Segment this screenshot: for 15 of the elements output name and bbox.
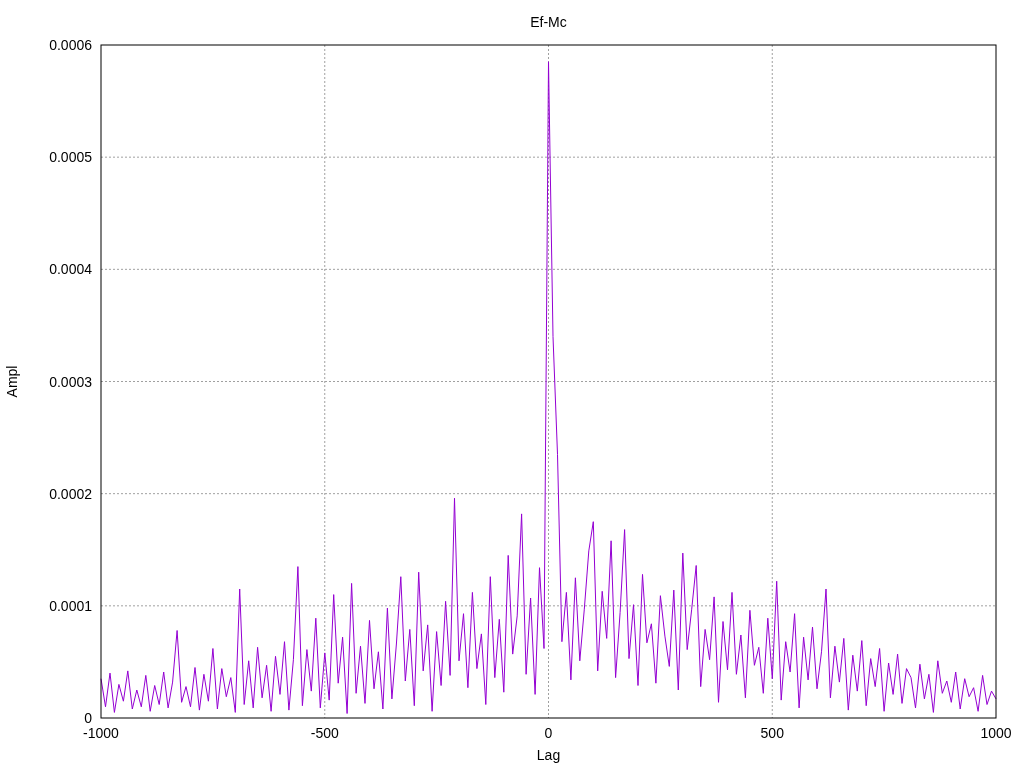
tick-label: 0.0006 [49,37,92,53]
tick-label: 0.0004 [49,261,92,278]
tick-label: 0.0001 [49,597,92,614]
axis-label: Ampl [4,365,20,398]
tick-label: 0.0005 [49,149,92,166]
tick-label: -1000 [83,725,119,741]
tick-label: 1000 [980,725,1012,741]
tick-label: 500 [760,725,784,741]
axis-label: Lag [536,747,561,763]
tick-label: -500 [310,725,339,741]
tick-label: 0 [544,725,553,741]
tick-label: 0.0003 [49,373,92,390]
tick-label: 0.0002 [49,485,92,502]
tick-label: 0 [84,710,92,726]
chart-title: Ef-Mc [530,14,567,30]
